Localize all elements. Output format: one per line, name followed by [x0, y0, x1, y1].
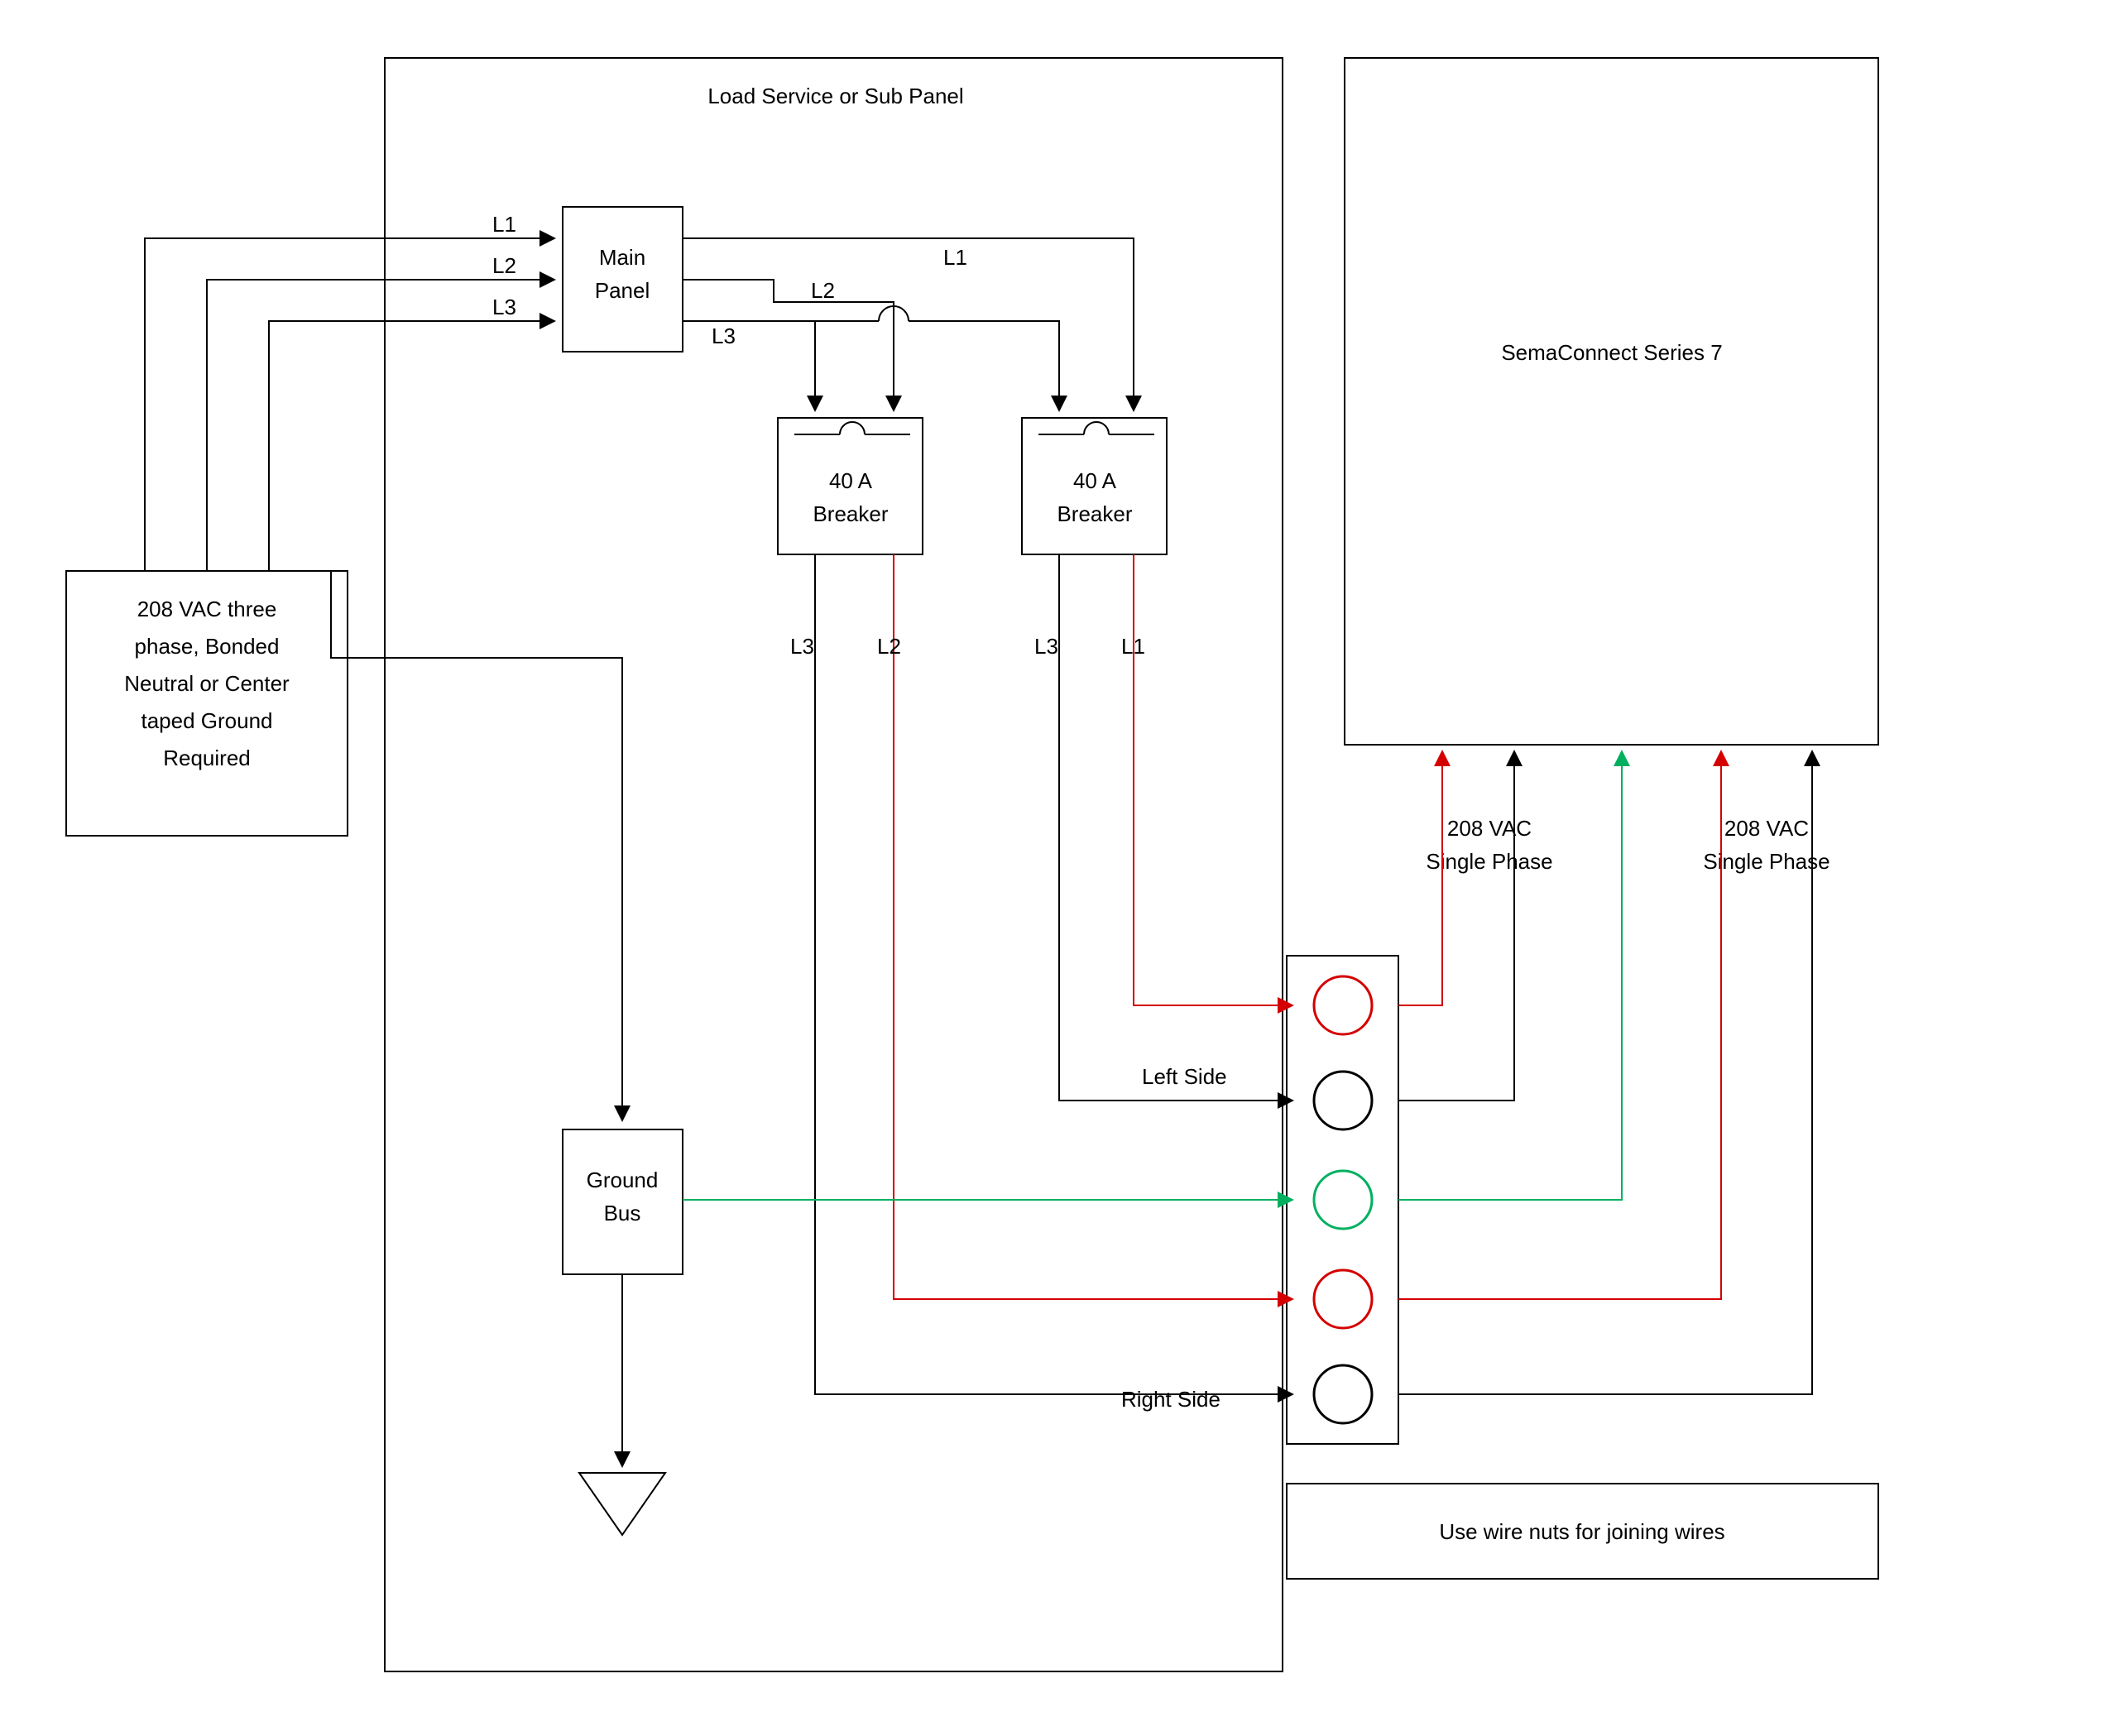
device-title: SemaConnect Series 7: [1501, 340, 1722, 365]
breaker-a-l1: 40 A: [829, 468, 873, 493]
wire-t2-blk: [1398, 753, 1514, 1101]
main-panel-l1: Main: [599, 245, 645, 270]
source-l1: 208 VAC three: [137, 597, 277, 621]
lbl-L2: L2: [492, 253, 516, 278]
source-l5: Required: [163, 746, 251, 770]
source-l4: taped Ground: [141, 708, 272, 733]
terminal-block: [1287, 956, 1398, 1444]
phase2-l1: 208 VAC: [1724, 816, 1809, 841]
wire-t1-red: [1398, 753, 1442, 1005]
phase1-l2: Single Phase: [1426, 849, 1552, 874]
lbl-L3: L3: [492, 295, 516, 319]
main-panel-l2: Panel: [595, 278, 650, 303]
breaker-b-l1: 40 A: [1073, 468, 1117, 493]
wiring-diagram: Load Service or Sub Panel 208 VAC three …: [0, 0, 2110, 1736]
phase2-l2: Single Phase: [1703, 849, 1829, 874]
phase1-l1: 208 VAC: [1447, 816, 1532, 841]
lbl-main-L3: L3: [712, 324, 736, 348]
lbl-main-L1: L1: [943, 245, 967, 270]
lbl-main-L2: L2: [811, 278, 835, 303]
left-side-label: Left Side: [1142, 1064, 1227, 1089]
source-l2: phase, Bonded: [135, 634, 280, 659]
note-text: Use wire nuts for joining wires: [1439, 1519, 1724, 1544]
sub-panel-title: Load Service or Sub Panel: [707, 84, 963, 108]
device-box: [1345, 58, 1878, 745]
right-side-label: Right Side: [1121, 1387, 1220, 1412]
lbl-bA-L3: L3: [790, 634, 814, 659]
lbl-bB-L1: L1: [1121, 634, 1145, 659]
source-l3: Neutral or Center: [124, 671, 290, 696]
lbl-bA-L2: L2: [877, 634, 901, 659]
breaker-b-l2: Breaker: [1057, 501, 1132, 526]
ground-bus-l2: Bus: [604, 1201, 641, 1225]
breaker-a-l2: Breaker: [813, 501, 888, 526]
lbl-L1: L1: [492, 212, 516, 237]
lbl-bB-L3: L3: [1034, 634, 1058, 659]
ground-bus-l1: Ground: [587, 1168, 659, 1192]
